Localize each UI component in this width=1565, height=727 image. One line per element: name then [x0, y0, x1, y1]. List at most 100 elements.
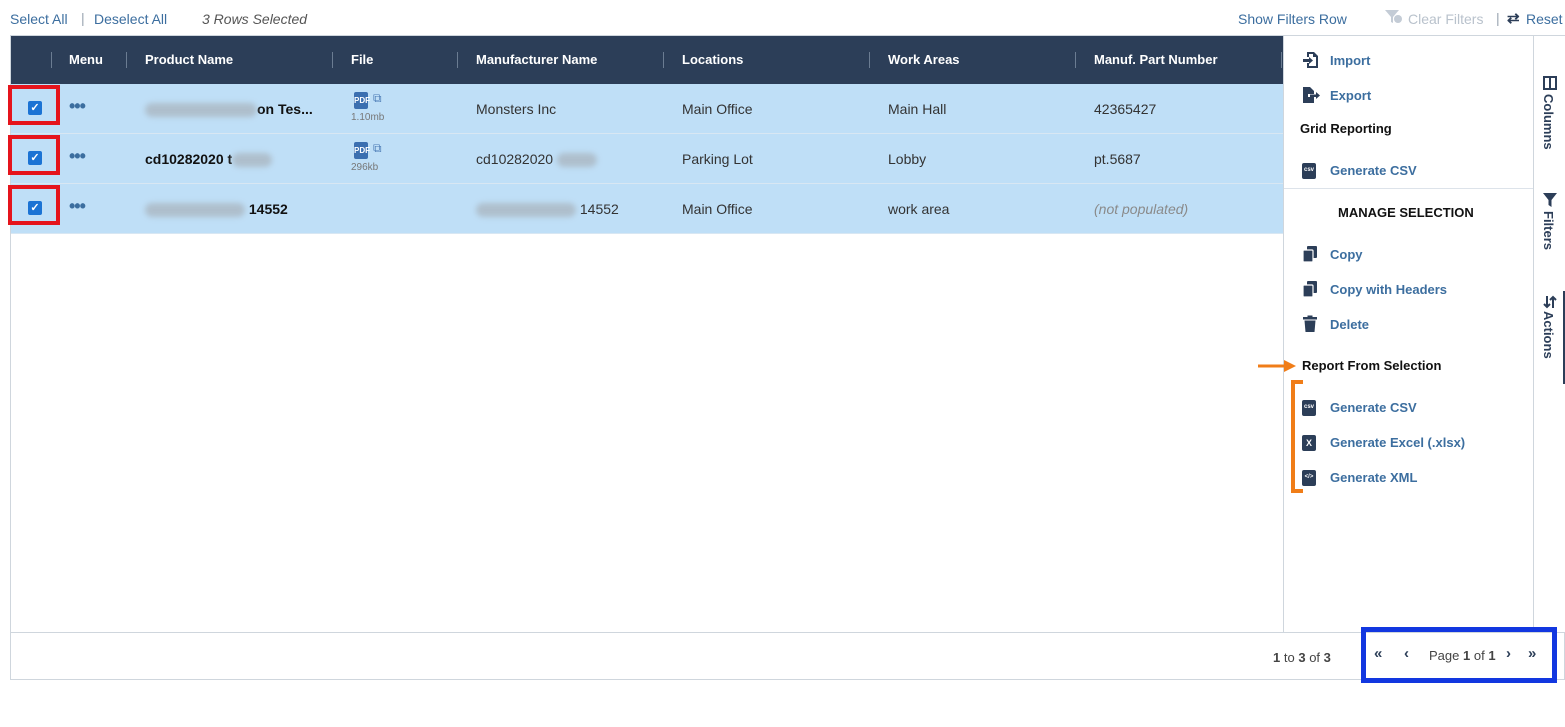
column-header-menu[interactable]: Menu	[69, 36, 103, 84]
location-cell: Main Office	[682, 201, 753, 217]
clear-filter-icon	[1384, 9, 1404, 28]
trash-icon	[1302, 315, 1318, 336]
row-range: 1 to 3 of 3	[1273, 650, 1331, 665]
location-cell: Main Office	[682, 101, 753, 117]
grid-toolbar: Select All | Deselect All 3 Rows Selecte…	[0, 0, 1565, 36]
row-menu-icon[interactable]: •••	[69, 84, 86, 128]
external-link-icon[interactable]: ⧉	[373, 141, 382, 156]
table-row[interactable]: ✓ ••• cd10282020 t PDF ⧉ 296kb cd1028202…	[8, 134, 1283, 184]
manage-selection-heading: MANAGE SELECTION	[1338, 205, 1474, 220]
row-checkbox[interactable]: ✓	[28, 101, 42, 115]
previous-page-icon[interactable]: ‹	[1404, 645, 1409, 662]
selection-highlight: ✓	[8, 135, 60, 175]
column-header-locations[interactable]: Locations	[682, 36, 743, 84]
manufacturer-cell: 14552	[476, 184, 619, 234]
selection-generate-xml-action[interactable]: </> Generate XML	[1284, 468, 1524, 488]
rows-selected-status: 3 Rows Selected	[202, 11, 308, 27]
redacted-text	[145, 103, 257, 118]
row-checkbox[interactable]: ✓	[28, 201, 42, 215]
delete-action[interactable]: Delete	[1284, 315, 1524, 335]
selection-highlight: ✓	[8, 185, 60, 225]
row-menu-icon[interactable]: •••	[69, 134, 86, 178]
row-menu-icon[interactable]: •••	[69, 184, 86, 228]
data-grid: Menu Product Name File Manufacturer Name…	[8, 35, 1565, 683]
redacted-text	[556, 153, 597, 168]
work-area-cell: Main Hall	[888, 101, 947, 117]
tab-filters[interactable]: Filters	[1534, 191, 1565, 281]
import-icon	[1302, 51, 1320, 72]
export-icon	[1302, 86, 1322, 107]
columns-icon	[1543, 76, 1557, 90]
column-header-product-name[interactable]: Product Name	[145, 36, 233, 84]
copy-with-headers-action[interactable]: Copy with Headers	[1284, 280, 1524, 300]
product-name-cell: cd10282020 t	[145, 134, 273, 184]
column-separator	[1075, 52, 1076, 68]
next-page-icon[interactable]: ›	[1506, 645, 1511, 662]
file-size: 296kb	[351, 162, 379, 173]
location-cell: Parking Lot	[682, 151, 753, 167]
filter-icon	[1543, 193, 1557, 207]
tab-actions[interactable]: Actions	[1534, 291, 1565, 384]
column-header-manuf-part-number[interactable]: Manuf. Part Number	[1094, 36, 1218, 84]
toolbar-separator: |	[1496, 10, 1500, 26]
file-cell: PDF ⧉ 1.10mb	[351, 91, 391, 128]
copy-action[interactable]: Copy	[1284, 245, 1524, 265]
grid-reporting-heading: Grid Reporting	[1300, 121, 1392, 136]
copy-icon	[1302, 245, 1318, 266]
csv-file-icon: csv	[1302, 163, 1316, 179]
first-page-icon[interactable]: «	[1374, 645, 1382, 662]
export-action[interactable]: Export	[1284, 86, 1524, 106]
tab-columns[interactable]: Columns	[1534, 74, 1565, 174]
import-action[interactable]: Import	[1284, 51, 1524, 71]
reset-icon: ⇄	[1507, 10, 1520, 27]
selection-highlight: ✓	[8, 85, 60, 125]
excel-file-icon: X	[1302, 435, 1316, 451]
csv-file-icon: csv	[1302, 400, 1316, 416]
manufacturer-cell: Monsters Inc	[476, 101, 557, 117]
product-name-cell: 14552	[145, 184, 288, 234]
column-separator	[1281, 52, 1282, 68]
row-checkbox[interactable]: ✓	[28, 151, 42, 165]
redacted-text	[476, 203, 576, 218]
work-area-cell: Lobby	[888, 151, 927, 167]
annotation-arrow-icon	[1258, 358, 1298, 374]
part-number-cell: (not populated)	[1094, 201, 1189, 217]
toolbar-separator: |	[81, 10, 85, 26]
deselect-all-link[interactable]: Deselect All	[94, 11, 167, 27]
pdf-icon[interactable]: PDF	[354, 142, 370, 159]
column-separator	[457, 52, 458, 68]
show-filters-row-link[interactable]: Show Filters Row	[1238, 11, 1347, 27]
redacted-text	[145, 203, 245, 218]
selection-generate-excel-action[interactable]: X Generate Excel (.xlsx)	[1284, 433, 1524, 453]
grid-header: Menu Product Name File Manufacturer Name…	[11, 36, 1283, 84]
column-separator	[663, 52, 664, 68]
column-separator	[332, 52, 333, 68]
part-number-cell: pt.5687	[1094, 151, 1141, 167]
swap-icon	[1543, 295, 1557, 309]
clear-filters-link[interactable]: Clear Filters	[1408, 11, 1483, 27]
product-name-cell: on Tes...	[145, 84, 313, 134]
external-link-icon[interactable]: ⧉	[373, 91, 382, 106]
file-size: 1.10mb	[351, 112, 385, 123]
pdf-icon[interactable]: PDF	[354, 92, 370, 109]
column-header-file[interactable]: File	[351, 36, 373, 84]
column-separator	[51, 52, 52, 68]
selection-generate-csv-action[interactable]: csv Generate CSV	[1284, 398, 1524, 418]
table-row[interactable]: ✓ ••• on Tes... PDF ⧉ 1.10mb Monsters In…	[8, 84, 1283, 134]
xml-file-icon: </>	[1302, 470, 1316, 486]
part-number-cell: 42365427	[1094, 101, 1157, 117]
panel-divider	[1284, 188, 1533, 189]
column-header-manufacturer-name[interactable]: Manufacturer Name	[476, 36, 597, 84]
reset-link[interactable]: Reset	[1526, 11, 1563, 27]
column-header-work-areas[interactable]: Work Areas	[888, 36, 960, 84]
table-row[interactable]: ✓ ••• 14552 14552 Main Office work area …	[8, 184, 1283, 234]
report-from-selection-heading: Report From Selection	[1302, 358, 1442, 373]
side-tabs: Columns Filters Actions	[1533, 36, 1565, 632]
last-page-icon[interactable]: »	[1528, 645, 1536, 662]
actions-panel: Import Export Grid Reporting csv Generat…	[1283, 36, 1533, 632]
grid-generate-csv-action[interactable]: csv Generate CSV	[1284, 161, 1524, 181]
grid-footer: 1 to 3 of 3 « ‹ Page 1 of 1 › »	[11, 627, 1564, 683]
page-indicator: Page 1 of 1	[1429, 648, 1496, 663]
redacted-text	[232, 153, 273, 168]
select-all-link[interactable]: Select All	[10, 11, 68, 27]
